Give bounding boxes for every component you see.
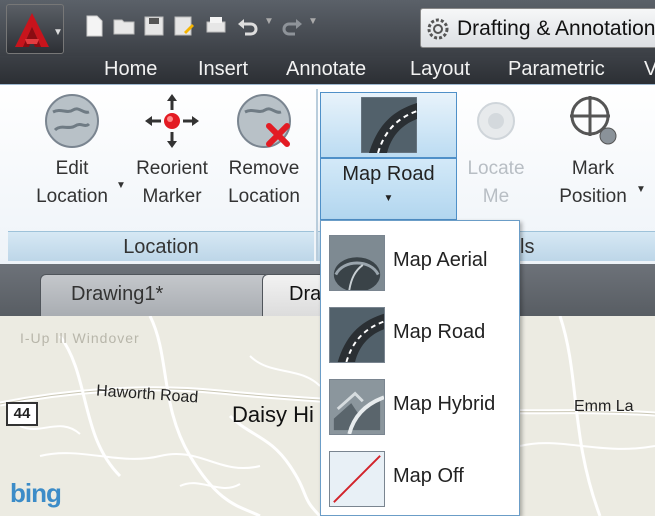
map-road-icon bbox=[361, 97, 417, 153]
edit-location-button[interactable]: Edit Location bbox=[28, 92, 116, 211]
gear-icon bbox=[427, 18, 449, 40]
map-off-label: Map Off bbox=[393, 465, 464, 487]
map-hybrid-icon bbox=[329, 379, 385, 435]
map-road-button[interactable] bbox=[320, 92, 457, 158]
menu-item-map-hybrid[interactable]: Map Hybrid bbox=[321, 369, 519, 441]
mark-position-label-2: Position bbox=[559, 186, 627, 207]
remove-location-icon bbox=[237, 94, 291, 148]
route-shield: 44 bbox=[6, 402, 38, 426]
locate-me-label-2: Me bbox=[482, 186, 510, 207]
map-road-label: Map Road bbox=[342, 163, 435, 185]
remove-location-label-2: Location bbox=[228, 186, 300, 207]
daisy-hill-label: Daisy Hi bbox=[232, 402, 314, 427]
location-panel-title: Location bbox=[8, 231, 314, 261]
map-aerial-label: Map Aerial bbox=[393, 249, 488, 271]
reorient-marker-icon bbox=[145, 94, 199, 148]
edit-location-label-2: Location bbox=[36, 186, 108, 207]
map-off-icon bbox=[329, 451, 385, 507]
autocad-logo-icon bbox=[15, 13, 49, 47]
map-road-dropdown[interactable]: Map Road ▼ bbox=[320, 158, 457, 220]
mark-position-label-1: Mark bbox=[571, 158, 615, 179]
chevron-down-icon: ▼ bbox=[53, 27, 63, 38]
reorient-marker-label-2: Marker bbox=[142, 186, 202, 207]
undo-icon[interactable] bbox=[236, 14, 260, 38]
open-icon[interactable] bbox=[112, 14, 136, 38]
mark-position-dropdown-icon[interactable]: ▼ bbox=[636, 184, 646, 195]
ribbon-tab-bar: Home Insert Annotate Layout Parametric V bbox=[0, 56, 655, 84]
emm-lane-label: Emm La bbox=[574, 398, 634, 415]
edit-location-dropdown-icon[interactable]: ▼ bbox=[116, 180, 126, 191]
plot-icon[interactable] bbox=[204, 14, 228, 38]
tab-home[interactable]: Home bbox=[104, 58, 157, 81]
tab-view[interactable]: V bbox=[644, 58, 655, 81]
reorient-marker-button[interactable]: Reorient Marker bbox=[128, 92, 216, 211]
application-menu-button[interactable]: ▼ bbox=[6, 4, 64, 54]
menu-item-map-off[interactable]: Map Off bbox=[321, 441, 519, 513]
menu-item-map-road[interactable]: Map Road bbox=[321, 297, 519, 369]
map-road-icon bbox=[329, 307, 385, 363]
tab-drawing1[interactable]: Drawing1* bbox=[40, 274, 270, 316]
globe-icon bbox=[45, 94, 99, 148]
locate-me-icon bbox=[477, 102, 515, 140]
drawing1-tab-label: Drawing1* bbox=[71, 283, 164, 305]
locate-me-button: Locate Me bbox=[460, 92, 532, 211]
save-as-icon[interactable] bbox=[172, 14, 196, 38]
new-icon[interactable] bbox=[82, 14, 106, 38]
tab-insert[interactable]: Insert bbox=[198, 58, 248, 81]
map-aerial-icon bbox=[329, 235, 385, 291]
quick-access-toolbar: ▼ ▼ ▼ Drafting & Annotation bbox=[0, 0, 655, 56]
edit-location-label-1: Edit bbox=[55, 158, 89, 179]
undo-dropdown-icon[interactable]: ▼ bbox=[264, 16, 274, 27]
redo-icon[interactable] bbox=[280, 14, 304, 38]
locate-me-label-1: Locate bbox=[467, 158, 525, 179]
mark-position-button[interactable]: Mark Position bbox=[550, 92, 636, 211]
map-type-dropdown-menu: Map Aerial Map Road Map Hybrid Map Off bbox=[320, 220, 520, 516]
map-hybrid-label: Map Hybrid bbox=[393, 393, 496, 415]
save-icon[interactable] bbox=[142, 14, 166, 38]
workspace-selector[interactable]: Drafting & Annotation bbox=[420, 8, 655, 48]
map-road-menu-label: Map Road bbox=[393, 321, 486, 343]
map-faded-label: I-Up lll Windover bbox=[20, 330, 140, 346]
tab-annotate[interactable]: Annotate bbox=[286, 58, 366, 81]
remove-location-label-1: Remove bbox=[228, 158, 300, 179]
reorient-marker-label-1: Reorient bbox=[136, 158, 208, 179]
menu-item-map-aerial[interactable]: Map Aerial bbox=[321, 225, 519, 297]
chevron-down-icon: ▼ bbox=[383, 193, 394, 204]
mark-position-icon bbox=[570, 96, 617, 145]
tab-layout[interactable]: Layout bbox=[410, 58, 470, 81]
drawing-active-tab-label: Dra bbox=[289, 283, 322, 305]
workspace-label: Drafting & Annotation bbox=[457, 17, 655, 40]
redo-dropdown-icon[interactable]: ▼ bbox=[308, 16, 318, 27]
tab-parametric[interactable]: Parametric bbox=[508, 58, 605, 81]
remove-location-button[interactable]: Remove Location bbox=[220, 92, 308, 211]
bing-logo: bing bbox=[10, 478, 62, 508]
